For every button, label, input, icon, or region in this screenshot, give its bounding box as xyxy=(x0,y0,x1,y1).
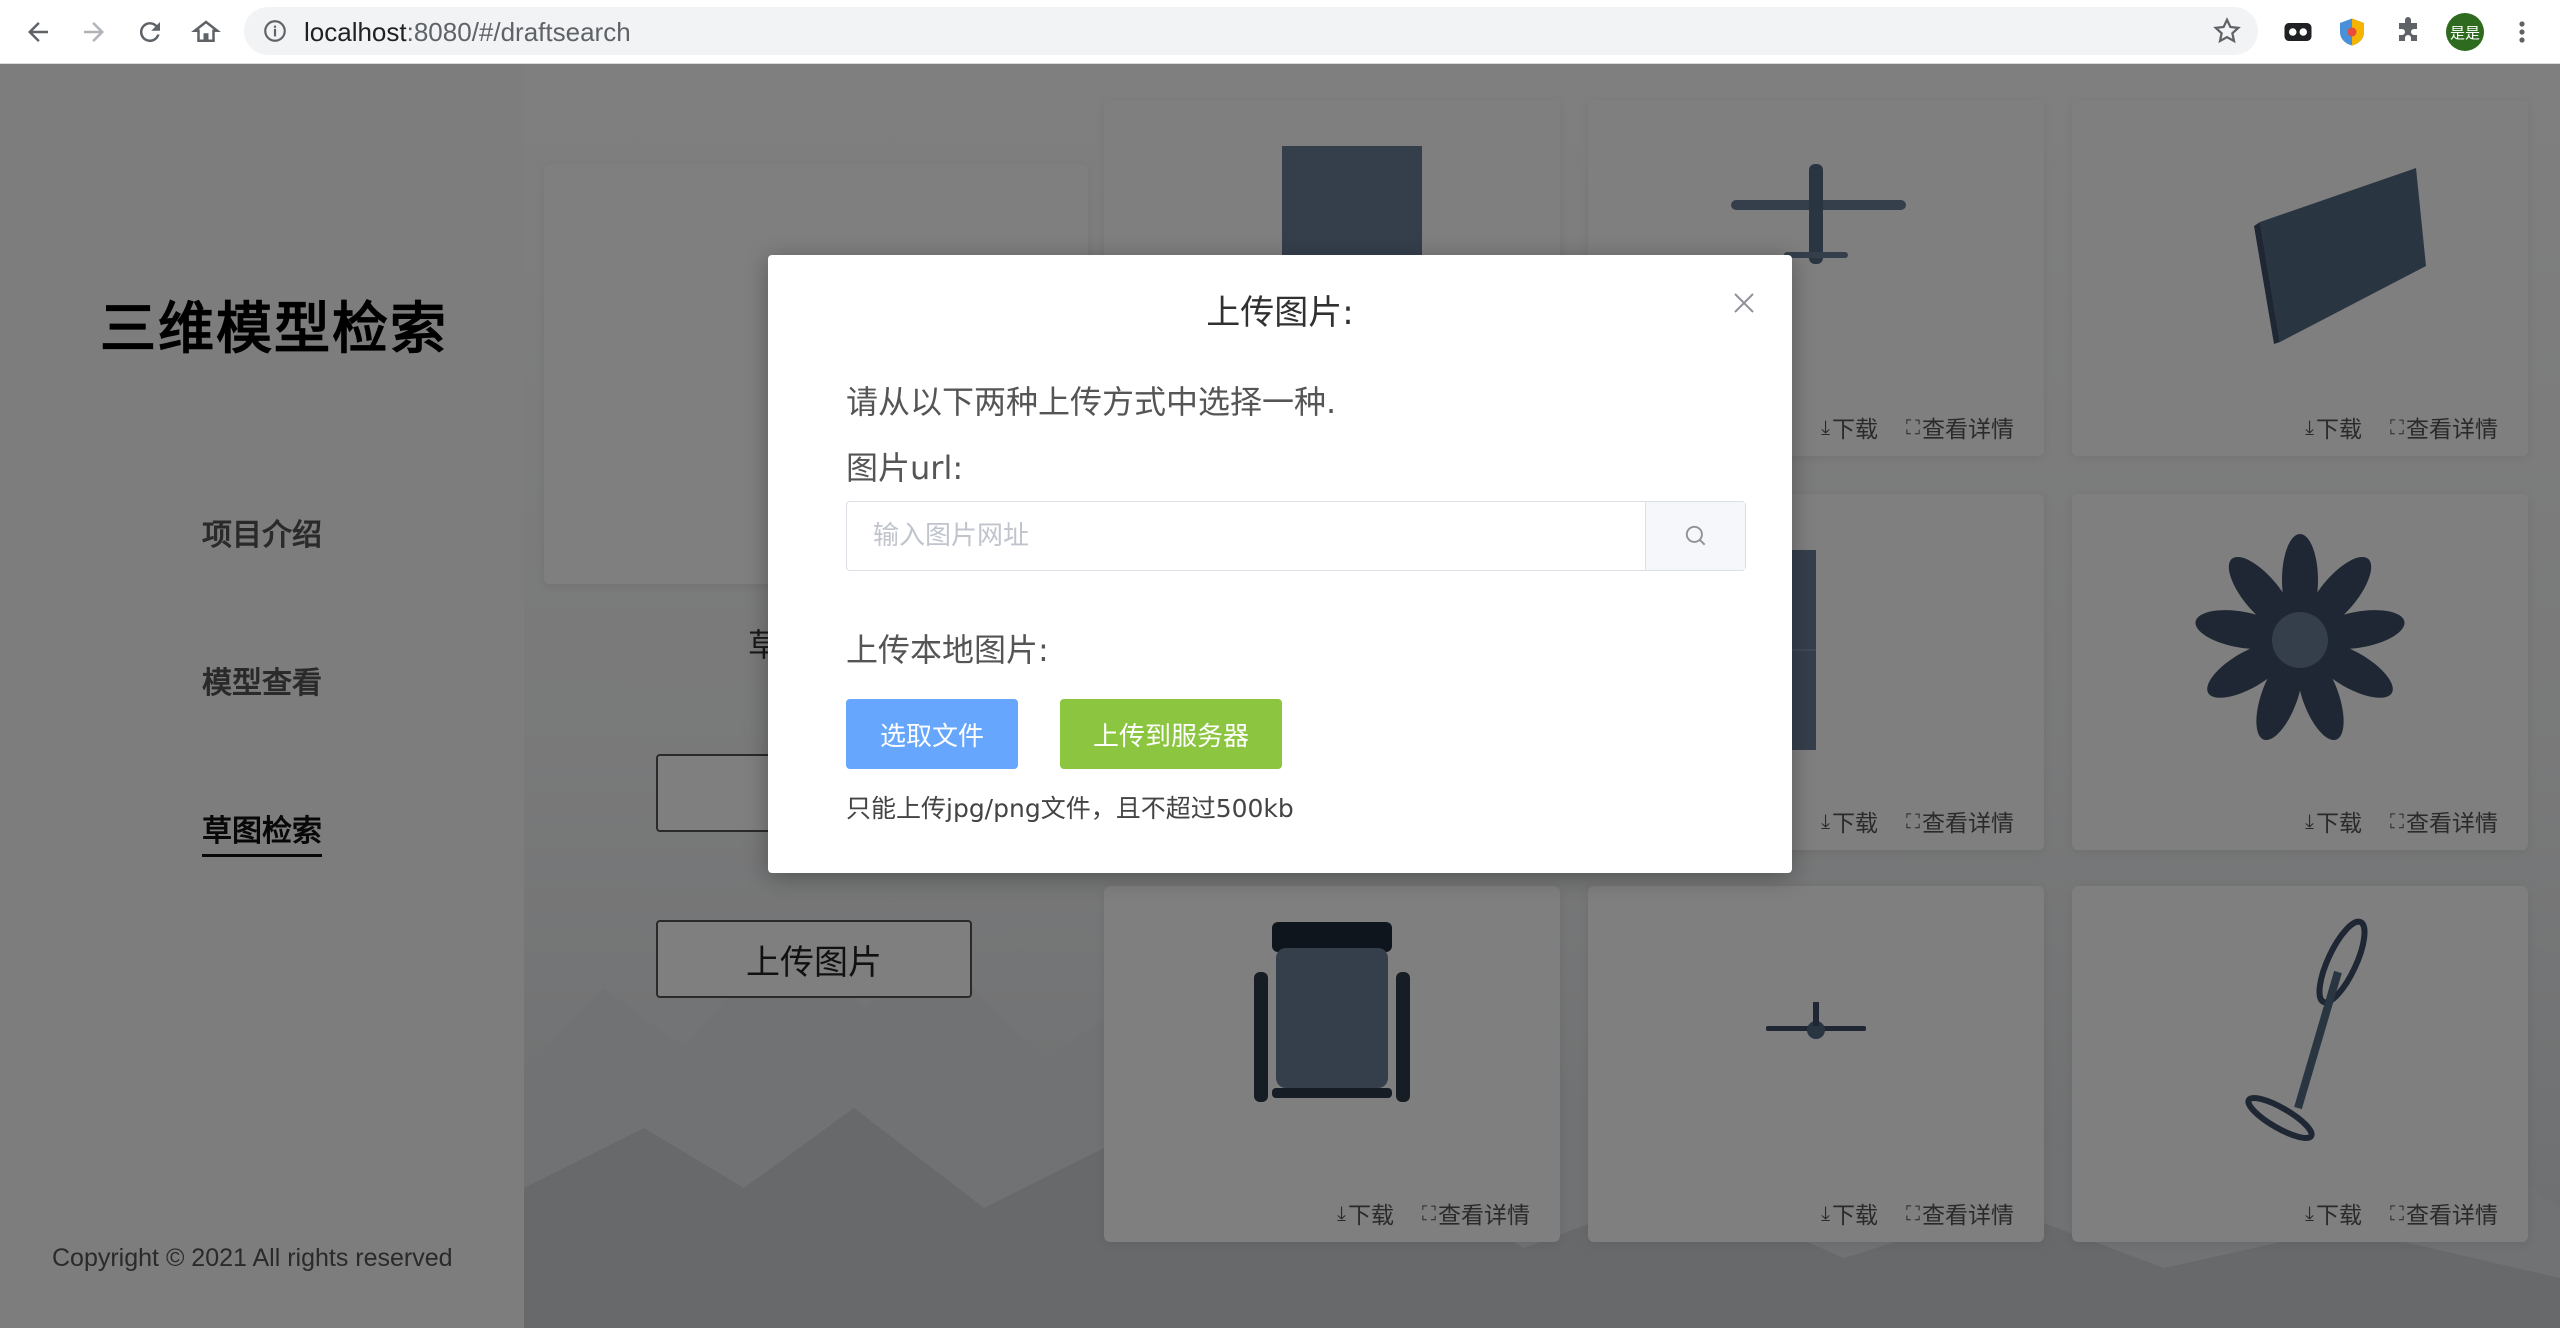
back-icon[interactable] xyxy=(20,14,56,50)
bookmark-star-icon[interactable] xyxy=(2212,16,2242,46)
home-icon[interactable] xyxy=(188,14,224,50)
info-icon[interactable] xyxy=(262,18,288,44)
more-menu-icon[interactable] xyxy=(2510,14,2534,50)
search-icon xyxy=(1685,525,1705,546)
forward-icon[interactable] xyxy=(76,14,112,50)
extensions-puzzle-icon[interactable] xyxy=(2390,14,2426,50)
extension-shield-icon[interactable] xyxy=(2334,14,2370,50)
profile-avatar[interactable]: 是是 xyxy=(2446,13,2484,51)
upload-image-dialog: 上传图片: 请从以下两种上传方式中选择一种. 图片url: 上传本地图片: 选取… xyxy=(768,255,1792,873)
upload-hint: 只能上传jpg/png文件，且不超过500kb xyxy=(846,794,1294,823)
upload-to-server-button[interactable]: 上传到服务器 xyxy=(1060,699,1282,769)
url-input-group xyxy=(846,501,1746,571)
reload-icon[interactable] xyxy=(132,14,168,50)
browser-toolbar: localhost:8080/#/draftsearch 是是 xyxy=(0,0,2560,64)
close-icon[interactable] xyxy=(1732,291,1756,315)
image-url-input[interactable] xyxy=(847,502,1644,570)
select-file-button[interactable]: 选取文件 xyxy=(846,699,1018,769)
extension-glasses-icon[interactable] xyxy=(2280,14,2316,50)
url-label: 图片url: xyxy=(846,449,964,487)
address-bar[interactable]: localhost:8080/#/draftsearch xyxy=(244,7,2258,55)
dialog-title: 上传图片: xyxy=(1206,293,1354,333)
dialog-instruction: 请从以下两种上传方式中选择一种. xyxy=(846,383,1337,421)
url-text[interactable]: localhost:8080/#/draftsearch xyxy=(304,17,631,48)
local-upload-label: 上传本地图片: xyxy=(846,631,1049,669)
url-search-button[interactable] xyxy=(1645,502,1745,570)
